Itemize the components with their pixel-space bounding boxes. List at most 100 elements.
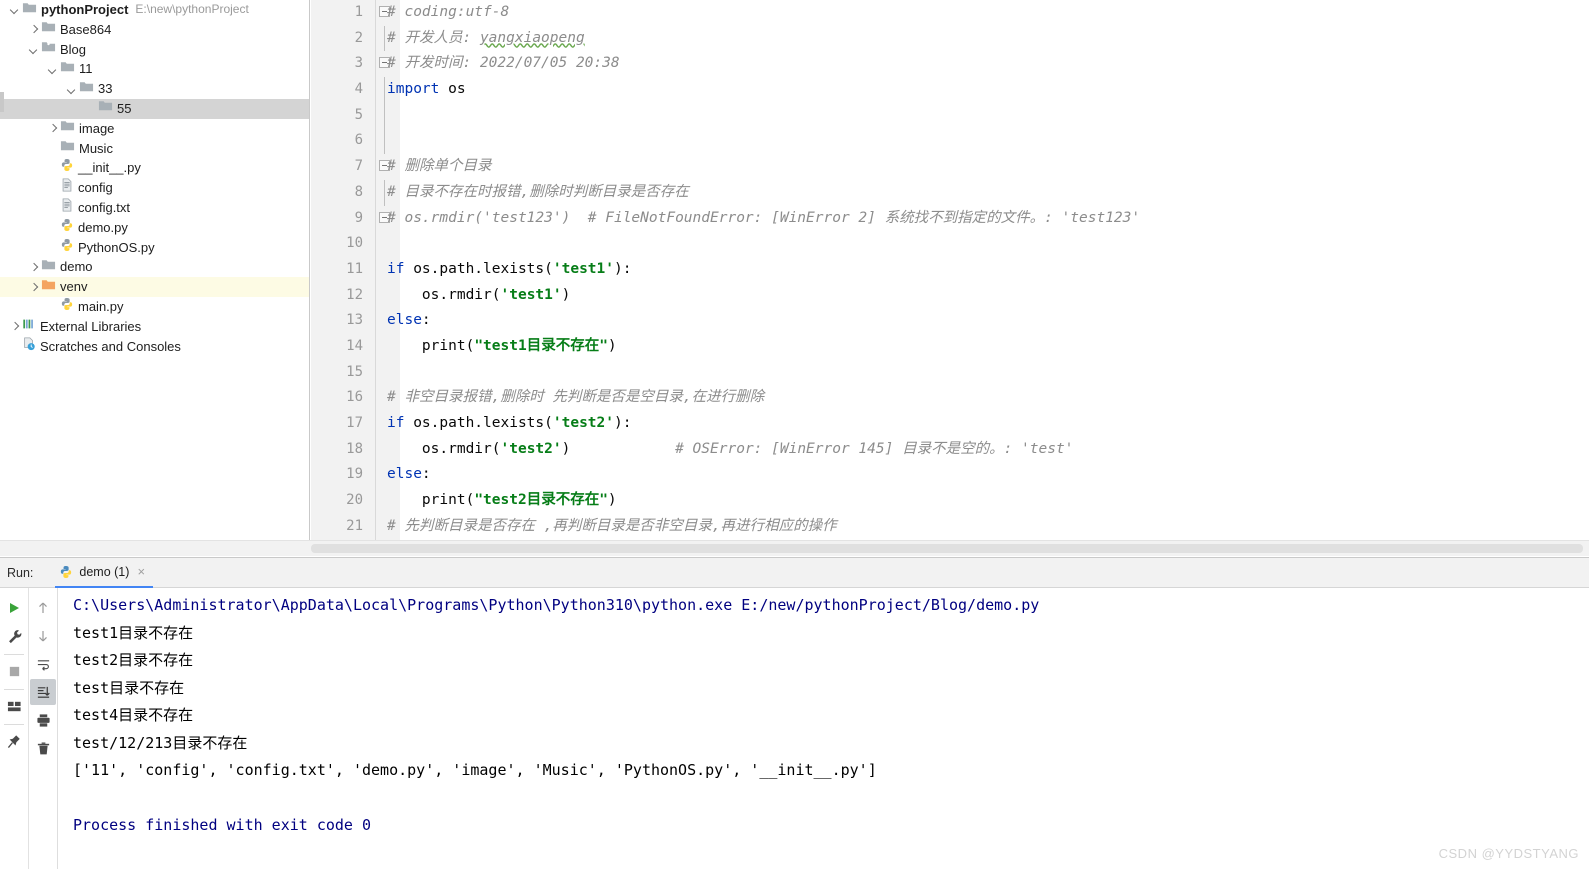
soft-wrap-button[interactable]: [30, 651, 56, 677]
code-line[interactable]: 17 if os.path.lexists('test2'):: [311, 411, 1589, 437]
code-line[interactable]: 21 # 先判断目录是否存在 ,再判断目录是否非空目录,再进行相应的操作: [311, 514, 1589, 540]
console-line: ['11', 'config', 'config.txt', 'demo.py'…: [73, 761, 877, 779]
chevron-down-icon[interactable]: [46, 62, 60, 76]
code-line[interactable]: 19 else:: [311, 462, 1589, 488]
tree-item-55[interactable]: 55: [0, 98, 309, 119]
tree-item-image[interactable]: image: [0, 119, 309, 139]
run-toolbar-column-left: [0, 588, 28, 869]
scroll-end-icon: [37, 686, 50, 698]
code-line[interactable]: 16 # 非空目录报错,删除时 先判断是否是空目录,在进行删除: [311, 385, 1589, 411]
code-line[interactable]: 8 # 目录不存在时报错,删除时判断目录是否存在: [311, 179, 1589, 206]
pin-tab-button[interactable]: [1, 728, 27, 754]
tree-item-scratches-and-consoles[interactable]: Scratches and Consoles: [0, 337, 309, 357]
code-line[interactable]: 12 os.rmdir('test1'): [311, 283, 1589, 309]
tree-item-music[interactable]: Music: [0, 139, 309, 159]
chevron-down-icon[interactable]: [27, 42, 41, 56]
console-output[interactable]: C:\Users\Administrator\AppData\Local\Pro…: [59, 588, 1589, 869]
print-button[interactable]: [30, 707, 56, 733]
line-number: 4: [354, 81, 363, 98]
chevron-right-icon[interactable]: [27, 23, 41, 37]
code-line[interactable]: 20 print("test2目录不存在"): [311, 488, 1589, 514]
code-token: 'test2': [552, 415, 614, 431]
python-file-icon: [60, 158, 74, 178]
code-text: # 非空目录报错,删除时 先判断是否是空目录,在进行删除: [387, 385, 764, 411]
code-line[interactable]: 10: [311, 231, 1589, 257]
code-line[interactable]: 18 os.rmdir('test2') # OSError: [WinErro…: [311, 437, 1589, 463]
code-text: # 开发人员: yangxiaopeng: [387, 26, 585, 52]
code-token: # 先判断目录是否存在 ,再判断目录是否非空目录,再进行相应的操作: [387, 517, 837, 534]
tree-item-main-py[interactable]: main.py: [0, 297, 309, 317]
tree-item-33[interactable]: 33: [0, 79, 309, 99]
prev-occurrence-button[interactable]: [30, 595, 56, 621]
code-token: ): [607, 492, 617, 509]
rerun-button[interactable]: [1, 595, 27, 621]
editor-horizontal-scrollbar-thumb[interactable]: [311, 544, 1583, 553]
chevron-down-icon[interactable]: [65, 82, 79, 96]
tree-item-11[interactable]: 11: [0, 59, 309, 79]
console-line: C:\Users\Administrator\AppData\Local\Pro…: [73, 596, 1040, 614]
project-tree-panel[interactable]: pythonProject E:\new\pythonProject Base864…: [0, 0, 310, 556]
code-line[interactable]: 9 # os.rmdir('test123') # FileNotFoundErr…: [311, 206, 1589, 232]
tree-item-base864[interactable]: Base864: [0, 20, 309, 40]
code-line[interactable]: 3 # 开发时间: 2022/07/05 20:38: [311, 51, 1589, 77]
chevron-right-icon[interactable]: [27, 260, 41, 274]
code-line[interactable]: 2 # 开发人员: yangxiaopeng: [311, 25, 1589, 52]
python-file-icon: [60, 238, 74, 258]
line-number: 17: [346, 415, 363, 431]
clear-all-button[interactable]: [30, 735, 56, 761]
code-token: # os.rmdir('test123') # FileNotFoundErro…: [387, 209, 1141, 226]
code-token: yangxiaopeng: [479, 29, 585, 46]
code-line[interactable]: 15: [311, 360, 1589, 386]
toolbar-separator: [4, 654, 25, 655]
code-line[interactable]: 14 print("test1目录不存在"): [311, 334, 1589, 360]
code-token: #: [387, 29, 405, 46]
line-number: 9: [354, 209, 363, 226]
chevron-right-icon[interactable]: [8, 320, 22, 334]
no-chevron-spacer: [46, 181, 60, 195]
scroll-to-end-button[interactable]: [30, 679, 57, 705]
pin-icon: [7, 734, 20, 748]
code-line[interactable]: 7 # 删除单个目录: [311, 154, 1589, 180]
folder-gray-icon: [79, 79, 94, 100]
line-number: 18: [346, 440, 363, 457]
next-occurrence-button[interactable]: [30, 623, 56, 649]
tree-item-pythonproject[interactable]: pythonProject E:\new\pythonProject: [0, 0, 309, 20]
code-token: ):: [613, 415, 632, 431]
folder-gray-icon: [41, 257, 56, 278]
tree-item-pythonos-py[interactable]: PythonOS.py: [0, 238, 309, 258]
tree-item-external-libraries[interactable]: External Libraries: [0, 317, 309, 337]
code-line[interactable]: 4 import os: [311, 77, 1589, 103]
chevron-right-icon[interactable]: [27, 280, 41, 294]
tree-item-init-py[interactable]: __init__.py: [0, 158, 309, 178]
tree-item-config-txt[interactable]: config.txt: [0, 198, 309, 218]
run-tab-demo[interactable]: demo (1) ×: [55, 558, 154, 588]
tree-item-demo-py[interactable]: demo.py: [0, 218, 309, 238]
code-token: 'test2': [500, 440, 562, 457]
no-chevron-spacer: [46, 240, 60, 254]
code-text: # 删除单个目录: [387, 154, 491, 180]
edit-config-button[interactable]: [1, 623, 27, 649]
line-number: 19: [346, 466, 363, 483]
text-file-icon: [60, 178, 74, 198]
code-line[interactable]: 6: [311, 128, 1589, 155]
close-icon[interactable]: ×: [137, 564, 145, 579]
code-line[interactable]: 1 # coding:utf-8: [311, 0, 1589, 26]
stop-button[interactable]: [1, 658, 27, 684]
code-token: else: [387, 312, 422, 329]
layout-button[interactable]: [1, 693, 27, 719]
code-token: 开发人员:: [404, 29, 480, 46]
code-line[interactable]: 5: [311, 102, 1589, 129]
code-line[interactable]: 13 else:: [311, 308, 1589, 334]
code-line[interactable]: 11 if os.path.lexists('test1'):: [311, 257, 1589, 283]
tree-item-venv[interactable]: venv: [0, 277, 309, 297]
chevron-right-icon[interactable]: [46, 122, 60, 136]
folder-venv-icon: [41, 277, 56, 298]
tree-item-blog[interactable]: Blog: [0, 40, 309, 60]
tree-item-config[interactable]: config: [0, 178, 309, 198]
run-toolbar-column-right: [28, 588, 57, 869]
code-editor[interactable]: 1 # coding:utf-8 2 # 开发人员: yangxiaopeng 3 # 开…: [311, 0, 1589, 540]
folder-gray-icon: [60, 138, 75, 159]
chevron-down-icon[interactable]: [8, 3, 22, 17]
tree-item-demo[interactable]: demo: [0, 257, 309, 277]
